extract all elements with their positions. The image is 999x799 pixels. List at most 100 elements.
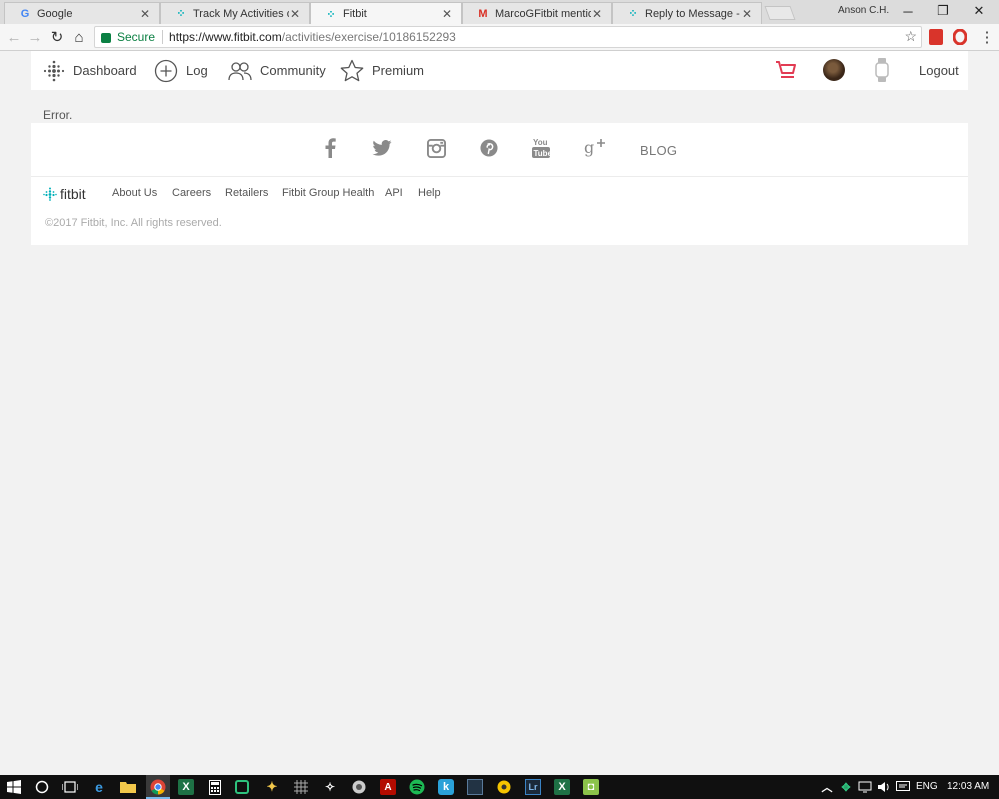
app-green-outline-icon[interactable] [235,780,249,794]
tab-gmail[interactable]: M MarcoGFitbit mentioned ✕ [462,2,612,24]
copyright-text: ©2017 Fitbit, Inc. All rights reserved. [45,217,222,229]
facebook-icon[interactable] [322,135,338,161]
footer-logo-text: fitbit [60,186,86,202]
home-icon[interactable]: ⌂ [69,27,89,47]
app-photo-icon[interactable] [351,779,367,795]
footer-link-help[interactable]: Help [418,187,441,199]
nav-log[interactable]: Log [154,51,208,90]
tray-network-icon[interactable] [857,779,873,795]
pinterest-icon[interactable] [478,135,500,161]
footer-divider [31,176,968,177]
fitbit-logo-icon [43,60,65,81]
instagram-icon[interactable] [425,135,447,161]
url-path: /activities/exercise/10186152293 [281,30,456,44]
acrobat-icon[interactable]: A [380,779,396,795]
google-plus-icon[interactable]: g [584,135,606,161]
tab-close-icon[interactable]: ✕ [289,7,301,21]
clock-time[interactable]: 12:03 AM [947,781,989,792]
new-tab-button[interactable] [764,6,796,20]
youtube-icon[interactable]: You Tube [530,135,552,161]
footer-link-careers[interactable]: Careers [172,187,211,199]
tab-close-icon[interactable]: ✕ [441,7,453,21]
nav-premium[interactable]: Premium [340,51,424,90]
tab-close-icon[interactable]: ✕ [741,7,753,21]
tracker-device-icon[interactable] [875,58,889,82]
tab-reply-message[interactable]: ⁘ Reply to Message - Fitbi ✕ [612,2,762,24]
star-icon [340,59,364,81]
calculator-icon[interactable] [207,779,223,795]
svg-text:You: You [533,138,548,147]
nav-community[interactable]: Community [228,51,326,90]
tab-close-icon[interactable]: ✕ [139,7,151,21]
blog-link[interactable]: BLOG [640,143,677,158]
tray-chevron-up-icon[interactable]: ︿ [819,779,835,795]
excel-icon[interactable]: X [554,779,570,795]
avatar[interactable] [823,59,845,81]
windows-start-icon[interactable] [6,779,22,795]
bookmark-star-icon[interactable]: ☆ [904,28,917,45]
cortana-search-icon[interactable] [34,779,50,795]
edge-icon[interactable]: e [91,779,107,795]
nav-dashboard[interactable]: Dashboard [43,51,137,90]
footer-link-retailers[interactable]: Retailers [225,187,268,199]
tab-fitbit[interactable]: ⁘ Fitbit ✕ [310,2,462,25]
address-bar[interactable]: Secure https://www.fitbit.com /activitie… [94,26,922,48]
windows-taskbar: e X ✦ ✧ A k Lr X ◘ ︿ ✥ ENG 12:03 AM [0,775,999,799]
nav-dashboard-label: Dashboard [73,63,137,78]
footer-link-api[interactable]: API [385,187,403,199]
svg-text:g: g [584,138,594,157]
minimize-icon[interactable]: ─ [891,0,925,22]
tray-message-icon[interactable] [895,779,911,795]
app-blue-icon[interactable]: k [438,779,454,795]
opera-icon[interactable] [952,28,968,46]
tab-title: Track My Activities on Fi [193,7,289,20]
logout-link[interactable]: Logout [919,51,959,90]
browser-toolbar: ← → ↻ ⌂ Secure https://www.fitbit.com /a… [0,24,999,51]
spotify-icon[interactable] [409,779,425,795]
forward-arrow-icon[interactable]: → [25,27,45,47]
window-user-name[interactable]: Anson C.H. [838,5,889,16]
footer-fitbit-logo[interactable]: fitbit [43,186,86,202]
file-explorer-icon[interactable] [120,779,136,795]
reload-icon[interactable]: ↻ [47,27,67,47]
nav-community-label: Community [260,63,326,78]
back-arrow-icon[interactable]: ← [4,27,24,47]
app-grid-icon[interactable] [293,779,309,795]
tab-google[interactable]: G Google ✕ [4,2,160,24]
footer-link-group-health[interactable]: Fitbit Group Health [282,187,374,199]
tray-volume-icon[interactable] [876,779,892,795]
error-message: Error. [43,108,73,122]
restore-icon[interactable]: ❐ [926,0,960,22]
close-window-icon[interactable]: ✕ [962,0,996,22]
app-dark-window-icon[interactable] [467,779,483,795]
footer-link-about-us[interactable]: About Us [112,187,157,199]
plus-circle-icon [154,59,178,82]
tab-title: Fitbit [343,8,367,20]
google-g-icon: G [20,7,30,20]
site-header: Dashboard Log Community Premium Logout [31,51,968,90]
app-green-icon[interactable]: X [178,779,194,795]
nav-premium-label: Premium [372,63,425,78]
chrome-icon[interactable] [150,779,166,795]
lightroom-icon[interactable]: Lr [525,779,541,795]
app-lime-icon[interactable]: ◘ [583,779,599,795]
nav-log-label: Log [186,63,208,78]
community-icon [228,61,252,80]
menu-dots-icon[interactable]: ⋮ [977,27,997,47]
extension-red-icon[interactable] [929,29,943,45]
fitbit-dots-icon: ⁘ [176,8,186,20]
fitbit-logo-icon [43,187,57,201]
fitbit-dots-icon: ⁘ [628,8,638,20]
app-sparkle-icon[interactable]: ✧ [322,779,338,795]
task-view-icon[interactable] [62,779,78,795]
app-yellow-circle-icon[interactable] [496,779,512,795]
language-indicator[interactable]: ENG [916,781,938,792]
tab-close-icon[interactable]: ✕ [591,7,603,21]
tray-app-icon[interactable]: ✥ [838,779,854,795]
cart-icon[interactable] [775,59,797,81]
tab-title: Reply to Message - Fitbi [645,7,741,20]
twitter-icon[interactable] [370,135,394,161]
tab-track-activities[interactable]: ⁘ Track My Activities on Fi ✕ [160,2,310,24]
site-footer: You Tube g BLOG fitbit About Us Careers … [31,123,968,245]
app-yellow-icon[interactable]: ✦ [264,779,280,795]
